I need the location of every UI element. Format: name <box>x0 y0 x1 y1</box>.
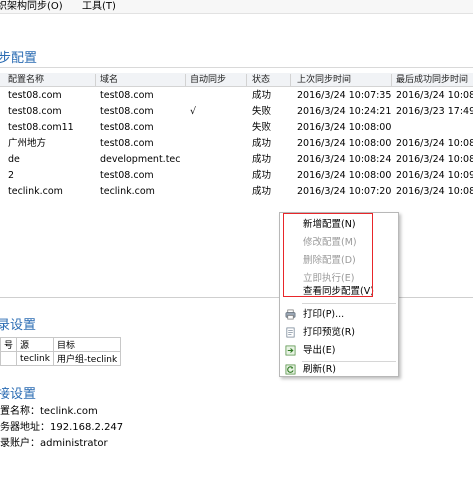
menu-item-label: 修改配置(M) <box>303 237 357 248</box>
column-separator[interactable] <box>391 74 392 86</box>
mapping-header-no: 号 <box>0 337 18 352</box>
column-header-status[interactable]: 状态 <box>252 73 270 87</box>
refresh-icon <box>285 364 296 375</box>
cell-auto-sync: √ <box>190 106 197 117</box>
server-address-line: 务器地址：192.168.2.247 <box>0 422 124 433</box>
cell-last-success: 2016/3/24 10:08:0 <box>396 90 473 101</box>
menu-item-refresh[interactable]: 刷新(R) <box>280 361 398 378</box>
mapping-header-row: 号 源 目标 <box>0 337 122 352</box>
cell-status: 成功 <box>252 186 272 197</box>
cell-status: 失败 <box>252 122 272 133</box>
cell-domain: test08.com <box>100 106 154 117</box>
column-separator[interactable] <box>246 74 247 86</box>
column-header-auto-sync[interactable]: 自动同步 <box>190 73 226 87</box>
column-header-domain[interactable]: 域名 <box>100 73 118 87</box>
table-row[interactable]: test08.com test08.com 成功 2016/3/24 10:07… <box>0 88 473 104</box>
cell-last-sync: 2016/3/24 10:08:24 <box>297 154 392 165</box>
menu-item-delete-config: 删除配置(D) <box>280 252 398 269</box>
table-row[interactable]: test08.com test08.com √ 失败 2016/3/24 10:… <box>0 104 473 120</box>
cell-name: test08.com11 <box>8 122 74 133</box>
connection-settings-title: 接设置 <box>0 387 37 402</box>
cell-last-sync: 2016/3/24 10:08:00 <box>297 122 392 133</box>
menu-item-print-preview[interactable]: 打印预览(R) <box>280 324 398 341</box>
cell-status: 成功 <box>252 170 272 181</box>
print-preview-icon <box>286 327 295 338</box>
cell-status: 成功 <box>252 138 272 149</box>
cell-last-success: 2016/3/24 10:08:2 <box>396 154 473 165</box>
menu-item-new-config[interactable]: 新增配置(N) <box>280 216 398 233</box>
menu-item-label: 打印(P)... <box>303 309 345 320</box>
cell-domain: test08.com <box>100 170 154 181</box>
login-account-line: 录账户：administrator <box>0 438 108 449</box>
title-divider <box>0 67 473 68</box>
mapping-header-source: 源 <box>16 337 55 352</box>
config-name-line: 置名称：teclink.com <box>0 406 98 417</box>
table-row[interactable]: teclink 用户组-teclink <box>0 351 122 366</box>
menu-item-label: 新增配置(N) <box>303 219 356 230</box>
mapping-header-target: 目标 <box>53 337 122 352</box>
table-row[interactable]: teclink.com teclink.com 成功 2016/3/24 10:… <box>0 184 473 200</box>
menu-item-label: 查看同步配置(V) <box>303 286 374 297</box>
table-row[interactable]: test08.com11 test08.com 失败 2016/3/24 10:… <box>0 120 473 136</box>
column-separator[interactable] <box>290 74 291 86</box>
export-icon <box>285 345 296 356</box>
cell-name: 广州地方 <box>8 138 47 149</box>
cell-name: test08.com <box>8 106 62 117</box>
menu-item-label: 打印预览(R) <box>303 327 356 338</box>
cell-domain: test08.com <box>100 138 154 149</box>
menu-item-edit-config: 修改配置(M) <box>280 234 398 251</box>
menu-tools[interactable]: 工具(T) <box>82 0 116 14</box>
cell-last-success: 2016/3/23 17:49:1 <box>396 106 473 117</box>
cell-name: test08.com <box>8 90 62 101</box>
directory-settings-title: 录设置 <box>0 318 37 333</box>
menu-org-sync[interactable]: 织架构同步(O) <box>0 0 63 14</box>
table-row[interactable]: 2 test08.com 成功 2016/3/24 10:08:00 2016/… <box>0 168 473 184</box>
cell-domain: development.tec <box>100 154 181 165</box>
column-separator[interactable] <box>95 74 96 86</box>
cell-name: de <box>8 154 20 165</box>
cell-last-sync: 2016/3/24 10:07:20 <box>297 186 392 197</box>
cell-last-sync: 2016/3/24 10:24:21 <box>297 106 392 117</box>
context-menu: 新增配置(N) 修改配置(M) 删除配置(D) 立即执行(E) 查看同步配置(V… <box>279 212 399 377</box>
mapping-cell-target: 用户组-teclink <box>53 351 122 366</box>
menu-item-label: 刷新(R) <box>303 364 337 375</box>
column-header-last-sync[interactable]: 上次同步时间 <box>297 73 351 87</box>
cell-status: 成功 <box>252 90 272 101</box>
cell-status: 失败 <box>252 106 272 117</box>
mapping-cell-no <box>0 351 18 366</box>
mapping-table: 号 源 目标 teclink 用户组-teclink <box>0 337 122 366</box>
cell-last-sync: 2016/3/24 10:07:35 <box>297 90 392 101</box>
table-row[interactable]: de development.tec 成功 2016/3/24 10:08:24… <box>0 152 473 168</box>
cell-domain: test08.com <box>100 122 154 133</box>
menu-item-export[interactable]: 导出(E) <box>280 342 398 359</box>
menu-separator <box>302 303 396 304</box>
cell-name: 2 <box>8 170 15 181</box>
column-separator[interactable] <box>185 74 186 86</box>
menu-item-print[interactable]: 打印(P)... <box>280 306 398 323</box>
column-header-last-success[interactable]: 最后成功同步时间 <box>396 73 468 87</box>
column-header-name[interactable]: 配置名称 <box>8 73 44 87</box>
cell-domain: test08.com <box>100 90 154 101</box>
page-title: 步配置 <box>0 51 38 66</box>
grid-bottom-border <box>0 297 473 298</box>
mapping-cell-source: teclink <box>16 351 55 366</box>
cell-name: teclink.com <box>8 186 63 197</box>
cell-domain: teclink.com <box>100 186 155 197</box>
cell-status: 成功 <box>252 154 272 165</box>
cell-last-success: 2016/3/24 10:09:1 <box>396 170 473 181</box>
cell-last-sync: 2016/3/24 10:08:00 <box>297 170 392 181</box>
print-icon <box>285 309 296 320</box>
menu-item-view-sync-config[interactable]: 查看同步配置(V) <box>280 283 398 300</box>
menu-item-label: 删除配置(D) <box>303 255 356 266</box>
menu-item-label: 导出(E) <box>303 345 336 356</box>
cell-last-success: 2016/3/24 10:08:2 <box>396 138 473 149</box>
cell-last-success: 2016/3/24 10:08:0 <box>396 186 473 197</box>
table-row[interactable]: 广州地方 test08.com 成功 2016/3/24 10:08:00 20… <box>0 136 473 152</box>
grid-header: 配置名称 域名 自动同步 状态 上次同步时间 最后成功同步时间 <box>0 73 473 87</box>
menu-bar: 织架构同步(O) 工具(T) <box>0 0 473 14</box>
cell-last-sync: 2016/3/24 10:08:00 <box>297 138 392 149</box>
